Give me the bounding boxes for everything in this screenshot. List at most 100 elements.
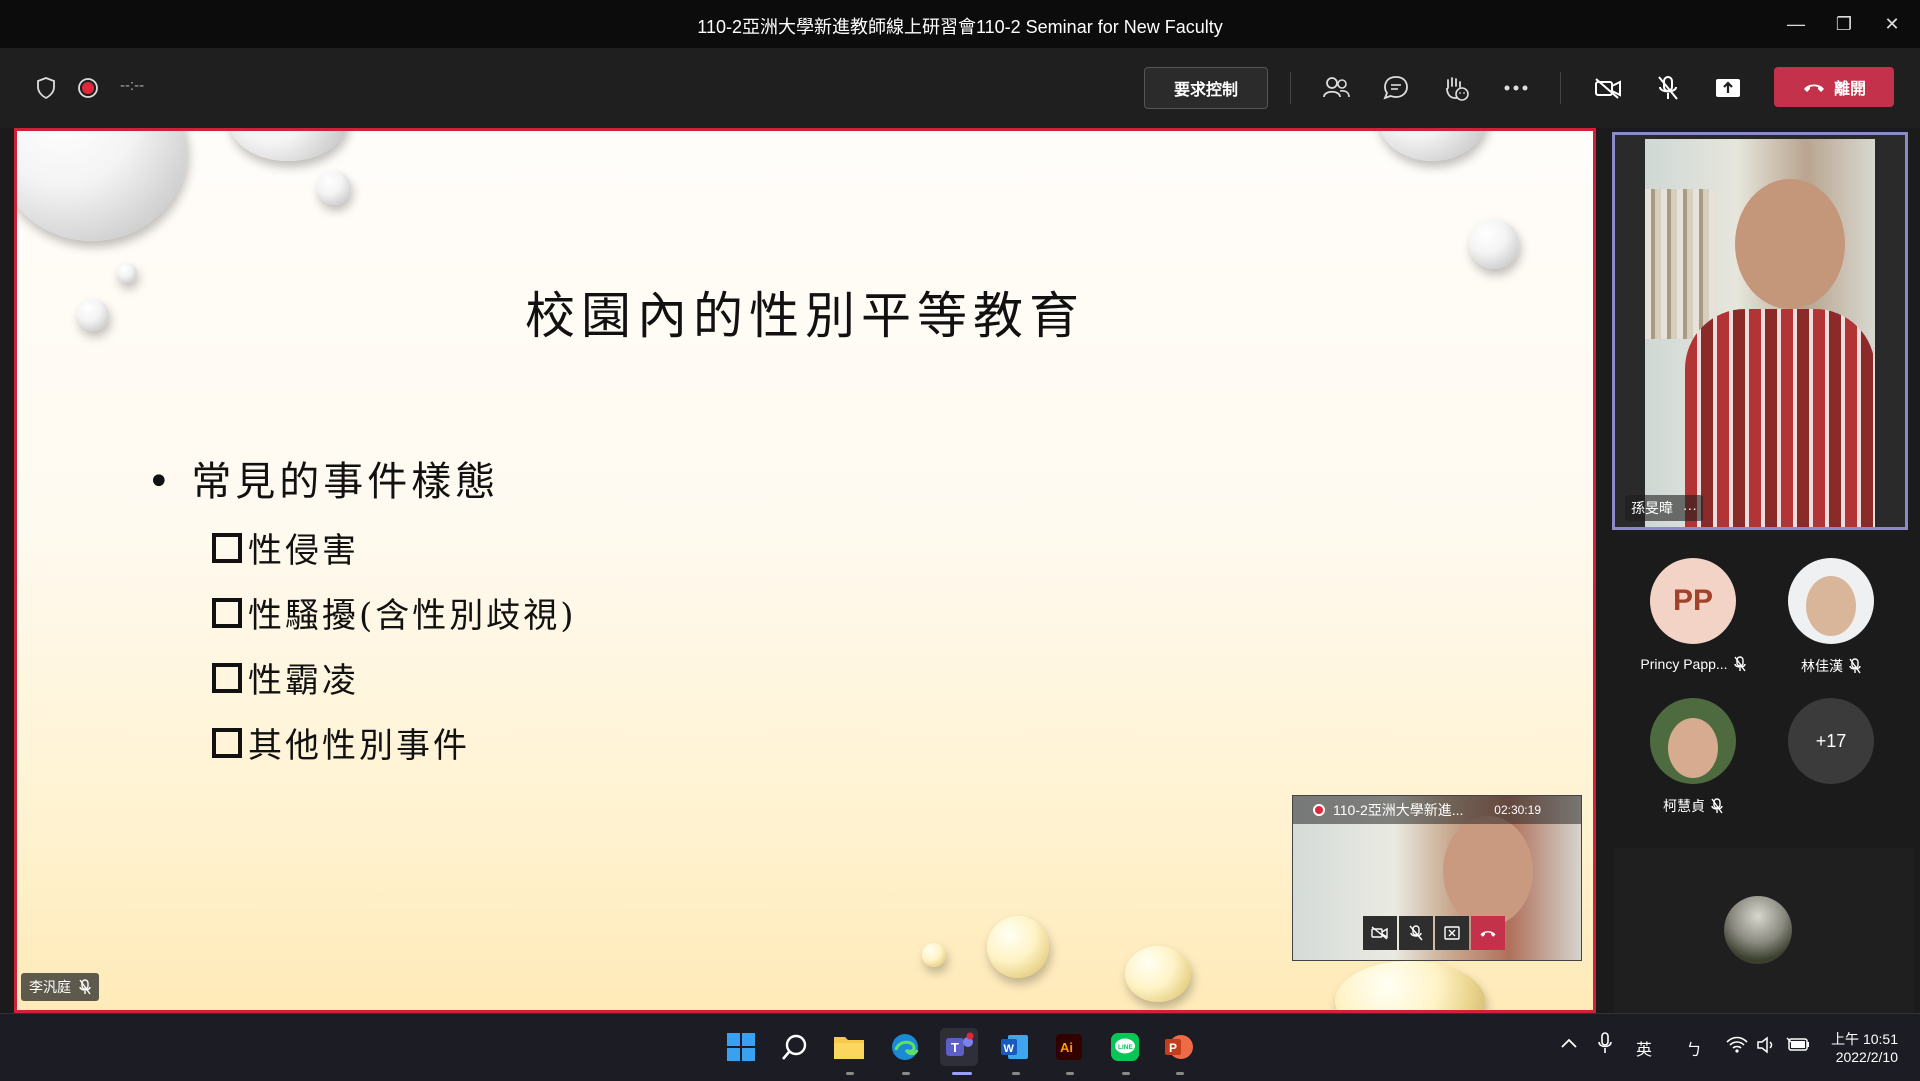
more-participants-count: +17 <box>1788 698 1874 784</box>
mini-meeting-window[interactable]: 110-2亞洲大學新進... 02:30:19 <box>1292 795 1582 961</box>
wifi-icon[interactable] <box>1726 1036 1748 1059</box>
checkbox-bullet <box>212 532 242 563</box>
subitem-text: 性侵害 <box>248 531 359 571</box>
leave-button[interactable]: 離開 <box>1774 67 1894 107</box>
mini-mic-off-button[interactable] <box>1399 916 1433 950</box>
word-icon[interactable]: W <box>996 1028 1034 1066</box>
pinned-name-tag: 孫旻暐 ··· <box>1625 495 1703 521</box>
active-indicator <box>952 1072 972 1075</box>
participant-label: 林佳漢 <box>1756 656 1906 676</box>
minimize-button[interactable]: — <box>1776 10 1816 38</box>
slide-subitem: 性霸凌 <box>212 653 359 702</box>
participant-name: Princy Papp... <box>1640 656 1728 672</box>
participant-tile[interactable]: PP Princy Papp... <box>1618 558 1768 672</box>
svg-text:T: T <box>951 1040 959 1055</box>
meeting-toolbar: --:-- 要求控制 離開 <box>0 48 1920 128</box>
avatar-photo <box>1668 718 1718 778</box>
slide-subitem: 性騷擾(含性別歧視) <box>212 588 577 637</box>
more-options-icon[interactable]: ··· <box>1683 500 1697 516</box>
mini-window-time: 02:30:19 <box>1494 803 1541 817</box>
mini-window-controls <box>1363 916 1505 950</box>
avatar-initials: PP <box>1672 584 1714 617</box>
participant-tile[interactable]: 林佳漢 <box>1756 558 1906 676</box>
svg-text:W: W <box>1004 1043 1015 1055</box>
decorative-drop <box>1377 131 1487 161</box>
running-indicator <box>1012 1072 1020 1075</box>
request-control-button[interactable]: 要求控制 <box>1144 67 1268 109</box>
camera-off-icon[interactable] <box>1590 70 1626 106</box>
avatar <box>1788 558 1874 644</box>
mini-camera-off-button[interactable] <box>1363 916 1397 950</box>
microphone-icon[interactable] <box>1598 1032 1612 1059</box>
decorative-drop <box>922 943 946 967</box>
presenter-name: 李汎庭 <box>29 979 71 995</box>
mini-video-person <box>1443 816 1533 926</box>
tray-chevron-icon[interactable] <box>1560 1036 1578 1054</box>
battery-icon[interactable] <box>1786 1036 1810 1057</box>
slide-bullet: • 常見的事件樣態 <box>147 459 500 505</box>
running-indicator <box>1066 1072 1074 1075</box>
slide-subitem: 其他性別事件 <box>212 718 470 767</box>
presenter-name-tag: 李汎庭 <box>21 973 99 1001</box>
system-clock[interactable]: 上午 10:51 2022/2/10 <box>1831 1030 1898 1066</box>
maximize-button[interactable]: ❐ <box>1824 10 1864 38</box>
reactions-icon[interactable] <box>1438 70 1474 106</box>
mic-off-icon <box>1733 656 1746 672</box>
clock-time: 上午 10:51 <box>1831 1031 1898 1047</box>
ime-language-indicator[interactable]: 英 <box>1636 1036 1652 1060</box>
window-title: 110-2亞洲大學新進教師線上研習會110-2 Seminar for New … <box>697 17 1223 37</box>
participant-name: 林佳漢 <box>1801 658 1843 674</box>
decorative-drop <box>1469 219 1519 269</box>
decorative-drop <box>317 171 351 205</box>
volume-icon[interactable] <box>1756 1036 1776 1059</box>
mini-window-title: 110-2亞洲大學新進... <box>1333 802 1464 818</box>
more-participants-tile[interactable]: +17 <box>1756 698 1906 784</box>
svg-text:LINE: LINE <box>1118 1044 1133 1051</box>
checkbox-bullet <box>212 662 242 693</box>
taskbar: T W Ai LINE P 英 ㄅ 上午 10:51 2022/2/10 <box>0 1013 1920 1081</box>
more-options-icon[interactable] <box>1498 70 1534 106</box>
clock-date: 2022/2/10 <box>1835 1049 1898 1065</box>
chat-icon[interactable] <box>1378 70 1414 106</box>
ime-mode-indicator[interactable]: ㄅ <box>1686 1036 1702 1060</box>
checkbox-bullet <box>212 727 242 758</box>
illustrator-icon[interactable]: Ai <box>1050 1028 1088 1066</box>
mic-off-icon <box>79 979 91 995</box>
start-menu-icon[interactable] <box>722 1028 760 1066</box>
people-icon[interactable] <box>1318 70 1354 106</box>
slide-subitem: 性侵害 <box>212 523 359 572</box>
toolbar-divider <box>1560 72 1561 104</box>
pinned-video <box>1645 139 1875 527</box>
recording-icon <box>70 70 106 106</box>
checkbox-bullet <box>212 597 242 628</box>
leave-label: 離開 <box>1833 81 1866 98</box>
decorative-drop <box>1335 961 1485 1010</box>
share-screen-icon[interactable] <box>1710 70 1746 106</box>
slide-bullet-text: 常見的事件樣態 <box>191 459 500 505</box>
decorative-drop <box>1125 946 1191 1002</box>
mini-hang-up-button[interactable] <box>1471 916 1505 950</box>
close-button[interactable]: ✕ <box>1872 10 1912 38</box>
teams-icon[interactable]: T <box>940 1028 978 1066</box>
avatar-photo <box>1806 576 1856 636</box>
line-icon[interactable]: LINE <box>1106 1028 1144 1066</box>
pinned-video-tile[interactable]: 孫旻暐 ··· <box>1612 132 1908 530</box>
mini-stop-share-button[interactable] <box>1435 916 1469 950</box>
hang-up-icon <box>1803 84 1824 92</box>
participant-tile[interactable]: 柯慧貞 <box>1618 698 1768 816</box>
search-icon[interactable] <box>776 1028 814 1066</box>
edge-browser-icon[interactable] <box>886 1028 924 1066</box>
participant-label: 柯慧貞 <box>1618 796 1768 816</box>
avatar: PP <box>1650 558 1736 644</box>
running-indicator <box>902 1072 910 1075</box>
file-explorer-icon[interactable] <box>830 1028 868 1066</box>
toolbar-divider <box>1290 72 1291 104</box>
decorative-drop <box>229 131 347 161</box>
powerpoint-icon[interactable]: P <box>1160 1028 1198 1066</box>
avatar <box>1650 698 1736 784</box>
subitem-text: 其他性別事件 <box>248 726 470 766</box>
participant-face <box>1735 179 1845 309</box>
meeting-timer: --:-- <box>120 77 145 94</box>
mic-off-icon[interactable] <box>1650 70 1686 106</box>
shield-icon[interactable] <box>28 70 64 106</box>
